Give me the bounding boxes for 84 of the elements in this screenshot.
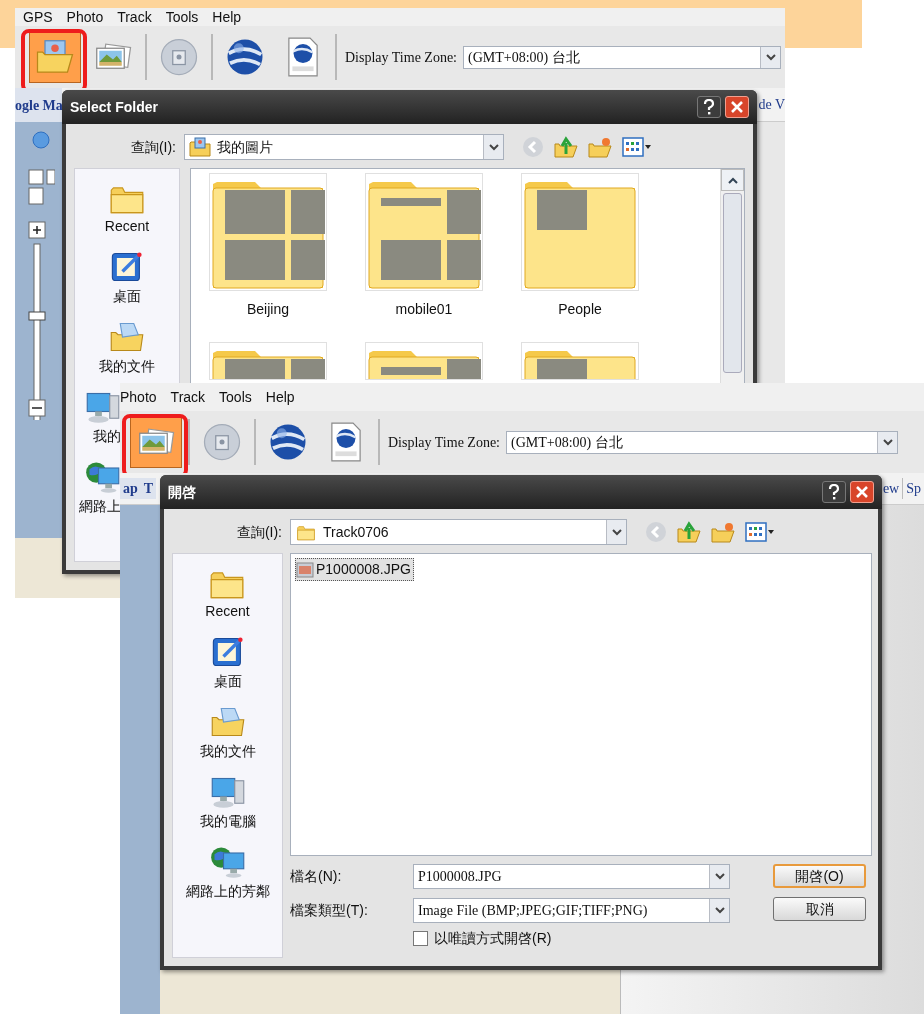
folder-thumbnail[interactable] [365,173,483,291]
scroll-up-icon[interactable] [727,176,738,184]
folder-thumbnail[interactable] [521,342,639,380]
read-only-checkbox[interactable]: 以唯讀方式開啓(R) [413,928,868,949]
kmz-file-icon [286,37,320,77]
file-type-dropdown[interactable]: Image File (BMP;JPEG;GIF;TIFF;PNG) [413,898,730,923]
network-globe-icon [209,844,246,880]
file-type-label: 檔案類型(T): [290,901,369,920]
folder-thumbnail[interactable] [521,173,639,291]
dropdown-caret-icon [488,143,499,151]
folder-thumbnail[interactable] [209,173,327,291]
view-menu-icon[interactable] [745,522,775,542]
map-tab[interactable]: ap [120,478,141,499]
places-item[interactable]: 我的電腦 [199,774,256,830]
dropdown-caret-icon [714,907,725,914]
globe-icon [225,37,265,77]
menu-item[interactable]: GPS [23,8,53,26]
places-item[interactable]: 桌面 [209,634,246,690]
menu-item[interactable]: Tools [165,8,199,26]
places-item[interactable]: 我的文件 [99,319,155,375]
map-tab[interactable]: de V [758,94,785,115]
scrollbar-thumb[interactable] [723,193,742,373]
places-item[interactable]: 網路上 [75,459,121,515]
close-icon [856,486,868,498]
dropdown-caret-icon [611,528,622,536]
folder-thumbnail[interactable] [365,342,483,380]
image-file-icon [296,560,314,579]
folder-label[interactable]: Beijing [247,299,289,320]
close-icon [731,101,743,113]
folder-label[interactable]: People [558,299,602,320]
view-menu-icon[interactable] [622,137,652,157]
help-icon [703,99,715,115]
folder-label[interactable]: mobile01 [395,299,453,320]
places-item[interactable]: Recent [104,181,150,235]
look-in-label: 查詢(I): [129,137,177,157]
kmz-file-icon [329,422,363,462]
map-tab[interactable]: Sp [902,478,924,499]
dialog-button[interactable]: 開啓(O) [773,864,866,888]
look-in-label: 查詢(I): [235,522,283,542]
file-name-label: 檔名(N): [290,867,343,886]
folder-thumbnail[interactable] [209,342,327,380]
map-tab[interactable]: ogle Ma [15,88,62,122]
up-folder-icon[interactable] [677,521,701,543]
look-in-dropdown[interactable]: 我的圖片 [184,134,504,160]
places-item[interactable]: 桌面 [109,249,145,305]
dialog-title: Select Folder [70,97,159,117]
close-button[interactable] [725,96,749,118]
time-zone-dropdown[interactable]: (GMT+08:00) 台北 [463,45,781,69]
disc-icon [159,37,199,77]
toolbar-button[interactable] [130,416,182,468]
menu-item[interactable]: Photo [120,386,157,408]
pictures-folder-icon [189,137,211,157]
up-folder-icon[interactable] [554,136,578,158]
places-item[interactable]: 網路上的芳鄰 [185,844,270,900]
time-zone-label: Display Time Zone: [388,433,500,452]
disc-icon [202,422,242,462]
folder-icon [295,523,317,541]
dialog-title: 開啓 [168,482,197,502]
help-button[interactable] [697,96,721,118]
new-folder-icon[interactable] [588,136,612,158]
file-name-field[interactable]: P1000008.JPG [413,864,730,889]
time-zone-label: Display Time Zone: [345,48,457,67]
file-item[interactable]: P1000008.JPG [295,558,414,581]
dialog-button[interactable]: 取消 [773,897,866,921]
menu-item[interactable]: Help [265,386,295,408]
time-zone-dropdown[interactable]: (GMT+08:00) 台北 [506,430,898,454]
look-in-dropdown[interactable]: Track0706 [290,519,627,545]
help-button[interactable] [822,481,846,503]
dropdown-caret-icon [765,53,776,61]
menu-item[interactable]: Track [170,386,206,408]
help-icon [828,484,840,500]
dropdown-caret-icon [882,438,893,446]
menu-item[interactable]: Tools [219,386,252,408]
new-folder-icon[interactable] [711,521,735,543]
menu-item[interactable]: Photo [66,8,104,26]
places-item[interactable]: 我的 [75,389,121,445]
globe-icon [268,422,308,462]
places-item[interactable]: Recent [205,566,250,620]
checkbox[interactable] [413,931,428,946]
dropdown-caret-icon [714,873,725,880]
menu-item[interactable]: Help [212,8,242,26]
close-button[interactable] [850,481,874,503]
menu-item[interactable]: Track [117,8,152,26]
places-item[interactable]: 我的文件 [199,704,256,760]
